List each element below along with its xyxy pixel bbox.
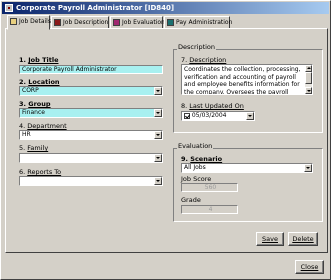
chevron-down-icon[interactable]	[154, 177, 162, 185]
chevron-down-icon[interactable]	[304, 164, 312, 172]
clipboard-icon	[10, 18, 17, 25]
pay-icon	[167, 19, 174, 26]
window-title: Corporate Payroll Administrator [ID840]	[16, 4, 175, 12]
title-bar: Corporate Payroll Administrator [ID840]	[2, 2, 329, 14]
location-label: 2. Location	[19, 78, 60, 86]
family-label: 5. Family	[19, 144, 49, 152]
description-group-title: Description	[177, 43, 217, 51]
scenario-label: 9. Scenario	[181, 155, 223, 163]
evaluation-group-title: Evaluation	[177, 142, 214, 150]
description-scrollbar[interactable]	[305, 65, 312, 94]
last-updated-checkbox[interactable]	[184, 112, 190, 119]
description-textarea[interactable]: Coordinates the collection, processing, …	[181, 64, 313, 95]
book-icon	[54, 19, 61, 26]
scroll-thumb[interactable]	[305, 72, 312, 84]
group-select[interactable]: Finance	[19, 108, 163, 118]
last-updated-label: 8. Last Updated On	[181, 102, 244, 110]
job-title-input[interactable]: Corporate Payroll Administrator	[19, 65, 163, 74]
grade-label: Grade	[181, 196, 201, 204]
reports-to-label: 6. Reports To	[19, 168, 62, 176]
job-score-field: 560	[181, 183, 238, 192]
location-select[interactable]: CORP	[19, 86, 163, 96]
calendar-dropdown-icon[interactable]	[246, 112, 254, 120]
scroll-down-icon[interactable]	[305, 87, 312, 94]
chevron-down-icon[interactable]	[154, 87, 162, 95]
chevron-down-icon[interactable]	[154, 154, 162, 162]
scenario-select[interactable]: All Jobs	[181, 163, 313, 173]
reports-to-select[interactable]	[19, 176, 163, 186]
grade-field: 4	[181, 205, 238, 214]
job-title-label: 1. Job Title	[19, 56, 59, 64]
scroll-up-icon[interactable]	[305, 65, 312, 72]
department-select[interactable]: HR	[19, 130, 163, 140]
tab-job-details[interactable]: Job Details	[7, 15, 51, 30]
tab-panel: 1. Job Title Corporate Payroll Administr…	[5, 28, 328, 253]
save-button[interactable]: Save	[256, 232, 284, 246]
department-label: 4. Department	[19, 122, 67, 130]
description-label: 7. Description	[181, 56, 227, 64]
app-window: Corporate Payroll Administrator [ID840] …	[0, 0, 331, 280]
job-score-label: Job Score	[181, 175, 212, 183]
delete-button[interactable]: Delete	[288, 232, 318, 246]
chevron-down-icon[interactable]	[154, 109, 162, 117]
group-label: 3. Group	[19, 100, 51, 108]
last-updated-date-picker[interactable]: 05/03/2004	[181, 111, 255, 121]
app-icon	[5, 4, 13, 12]
close-button[interactable]: Close	[295, 260, 324, 274]
evaluation-icon	[113, 19, 120, 26]
family-select[interactable]	[19, 153, 163, 163]
chevron-down-icon[interactable]	[154, 131, 162, 139]
